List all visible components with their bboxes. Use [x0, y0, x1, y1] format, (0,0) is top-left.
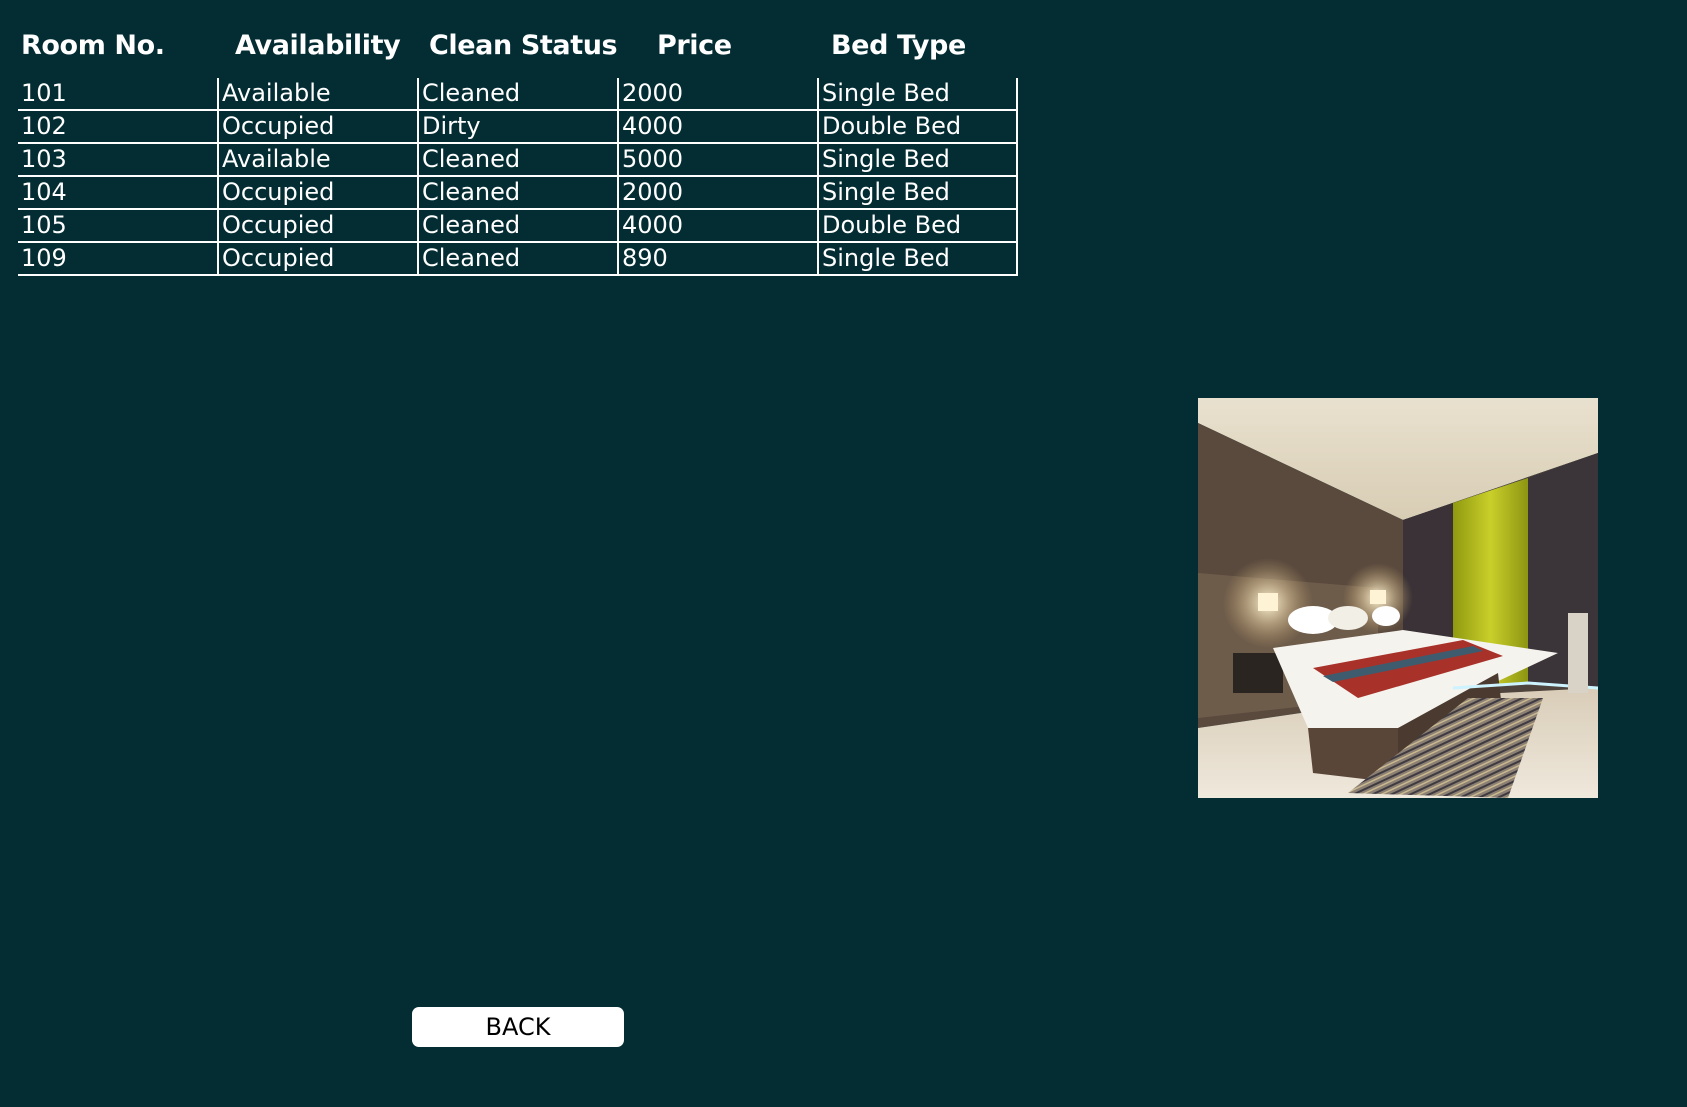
back-button[interactable]: BACK: [412, 1007, 624, 1047]
cell-bed-type[interactable]: Single Bed: [817, 143, 1018, 177]
cell-price[interactable]: 4000: [617, 110, 818, 144]
table-row[interactable]: 101 Available Cleaned 2000 Single Bed: [18, 78, 1018, 111]
hotel-room-photo: [1198, 398, 1598, 798]
cell-clean-status[interactable]: Dirty: [417, 110, 618, 144]
cell-price[interactable]: 5000: [617, 143, 818, 177]
table-row[interactable]: 109 Occupied Cleaned 890 Single Bed: [18, 242, 1018, 276]
cell-clean-status[interactable]: Cleaned: [417, 242, 618, 276]
cell-availability[interactable]: Occupied: [217, 242, 418, 276]
cell-bed-type[interactable]: Single Bed: [817, 242, 1018, 276]
cell-bed-type[interactable]: Single Bed: [817, 176, 1018, 210]
cell-room-no[interactable]: 109: [18, 242, 218, 276]
cell-bed-type[interactable]: Double Bed: [817, 110, 1018, 144]
cell-room-no[interactable]: 104: [18, 176, 218, 210]
cell-price[interactable]: 2000: [617, 176, 818, 210]
column-header-bed-type: Bed Type: [831, 30, 966, 61]
column-header-availability: Availability: [235, 30, 401, 61]
cell-clean-status[interactable]: Cleaned: [417, 143, 618, 177]
column-header-price: Price: [657, 30, 732, 61]
cell-clean-status[interactable]: Cleaned: [417, 209, 618, 243]
cell-price[interactable]: 2000: [617, 78, 818, 111]
column-header-clean-status: Clean Status: [429, 30, 618, 61]
cell-clean-status[interactable]: Cleaned: [417, 78, 618, 111]
cell-room-no[interactable]: 101: [18, 78, 218, 111]
cell-availability[interactable]: Occupied: [217, 209, 418, 243]
column-header-room-no: Room No.: [21, 30, 165, 61]
cell-price[interactable]: 890: [617, 242, 818, 276]
cell-availability[interactable]: Occupied: [217, 176, 418, 210]
table-header-row: Room No. Availability Clean Status Price…: [0, 30, 1100, 70]
bedroom-illustration: [1198, 398, 1598, 798]
cell-availability[interactable]: Available: [217, 143, 418, 177]
cell-bed-type[interactable]: Double Bed: [817, 209, 1018, 243]
cell-room-no[interactable]: 103: [18, 143, 218, 177]
cell-room-no[interactable]: 105: [18, 209, 218, 243]
rooms-table: 101 Available Cleaned 2000 Single Bed 10…: [18, 78, 1018, 276]
cell-room-no[interactable]: 102: [18, 110, 218, 144]
cell-clean-status[interactable]: Cleaned: [417, 176, 618, 210]
table-row[interactable]: 103 Available Cleaned 5000 Single Bed: [18, 143, 1018, 177]
cell-availability[interactable]: Occupied: [217, 110, 418, 144]
cell-price[interactable]: 4000: [617, 209, 818, 243]
cell-bed-type[interactable]: Single Bed: [817, 78, 1018, 111]
table-row[interactable]: 105 Occupied Cleaned 4000 Double Bed: [18, 209, 1018, 243]
cell-availability[interactable]: Available: [217, 78, 418, 111]
table-row[interactable]: 104 Occupied Cleaned 2000 Single Bed: [18, 176, 1018, 210]
table-row[interactable]: 102 Occupied Dirty 4000 Double Bed: [18, 110, 1018, 144]
